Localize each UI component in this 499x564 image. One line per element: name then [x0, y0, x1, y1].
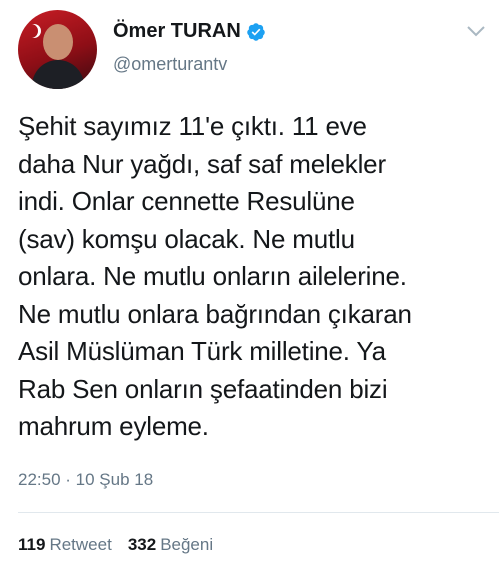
tweet-line: mahrum eyleme. [18, 411, 209, 441]
avatar-body [32, 60, 84, 89]
tweet-line: onlara. Ne mutlu onların ailelerine. [18, 261, 407, 291]
tweet-line: indi. Onlar cennette Resulüne [18, 186, 355, 216]
tweet-line: Şehit sayımız 11'e çıktı. 11 eve [18, 111, 367, 141]
retweet-label: Retweet [49, 535, 112, 554]
user-handle[interactable]: @omerturantv [113, 54, 227, 75]
retweet-stat[interactable]: 119 Retweet [18, 535, 112, 555]
retweet-count: 119 [18, 535, 46, 554]
tweet-header: Ömer TURAN @omerturantv [18, 10, 488, 90]
tweet-line: Rab Sen onların şefaatinden bizi [18, 373, 388, 404]
tweet-line: Asil Müslüman Türk milletine. Ya [18, 336, 386, 366]
chevron-down-icon[interactable] [466, 24, 486, 38]
like-label: Beğeni [160, 535, 214, 554]
name-row[interactable]: Ömer TURAN [113, 20, 266, 43]
flag-crescent-icon [24, 24, 38, 38]
tweet-line: (sav) komşu olacak. Ne mutlu [18, 223, 355, 254]
avatar-head [43, 24, 73, 60]
tweet-stats: 119 Retweet 332 Beğeni [18, 535, 229, 555]
tweet-text: Şehit sayımız 11'e çıktı. 11 eve daha Nu… [18, 108, 493, 446]
display-name[interactable]: Ömer TURAN [113, 20, 241, 43]
verified-badge-icon [247, 22, 265, 41]
tweet-line: Ne mutlu onlara bağrından çıkaran [18, 298, 412, 329]
tweet-timestamp[interactable]: 22:50 · 10 Şub 18 [18, 470, 153, 490]
avatar[interactable] [18, 10, 97, 89]
like-stat[interactable]: 332 Beğeni [128, 535, 213, 555]
divider [18, 512, 499, 513]
like-count: 332 [127, 535, 157, 554]
tweet-line: daha Nur yağdı, saf saf melekler [18, 148, 386, 179]
